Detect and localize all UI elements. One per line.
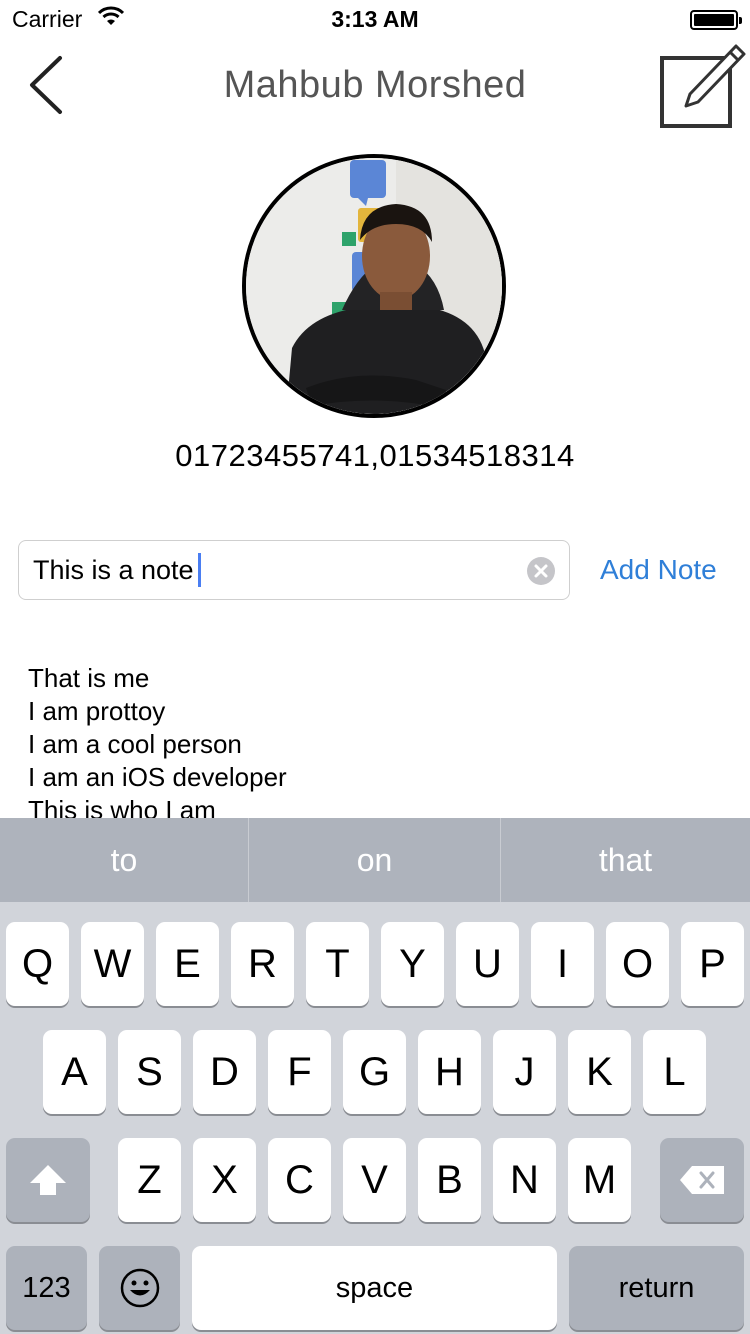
key-c[interactable]: C bbox=[268, 1138, 331, 1222]
list-item: I am prottoy bbox=[28, 696, 166, 726]
key-n[interactable]: N bbox=[493, 1138, 556, 1222]
list-item: That is me bbox=[28, 663, 150, 693]
key-r[interactable]: R bbox=[231, 922, 294, 1006]
emoji-key[interactable] bbox=[99, 1246, 180, 1330]
key-j[interactable]: J bbox=[493, 1030, 556, 1114]
space-key[interactable]: space bbox=[192, 1246, 557, 1330]
shift-arrow-icon bbox=[30, 1165, 66, 1195]
note-input[interactable]: This is a note bbox=[18, 540, 570, 600]
keyboard: to on that Q W E R T Y U I O P A S D F G… bbox=[0, 818, 750, 1334]
key-z[interactable]: Z bbox=[118, 1138, 181, 1222]
suggestion-2[interactable]: on bbox=[249, 818, 500, 902]
key-i[interactable]: I bbox=[531, 922, 594, 1006]
key-m[interactable]: M bbox=[568, 1138, 631, 1222]
key-s[interactable]: S bbox=[118, 1030, 181, 1114]
return-key[interactable]: return bbox=[569, 1246, 744, 1330]
key-w[interactable]: W bbox=[81, 922, 144, 1006]
key-q[interactable]: Q bbox=[6, 922, 69, 1006]
key-k[interactable]: K bbox=[568, 1030, 631, 1114]
list-item: This is who I am bbox=[28, 795, 216, 818]
notes-list: That is me I am prottoy I am a cool pers… bbox=[28, 662, 728, 818]
numbers-key[interactable]: 123 bbox=[6, 1246, 87, 1330]
list-item: I am a cool person bbox=[28, 729, 242, 759]
avatar bbox=[242, 154, 506, 418]
key-o[interactable]: O bbox=[606, 922, 669, 1006]
page-title: Mahbub Morshed bbox=[223, 64, 527, 106]
key-d[interactable]: D bbox=[193, 1030, 256, 1114]
suggestion-3[interactable]: that bbox=[501, 818, 750, 902]
key-g[interactable]: G bbox=[343, 1030, 406, 1114]
key-h[interactable]: H bbox=[418, 1030, 481, 1114]
delete-key[interactable] bbox=[660, 1138, 744, 1222]
key-a[interactable]: A bbox=[43, 1030, 106, 1114]
compose-icon bbox=[660, 44, 746, 128]
status-bar: Carrier 3:13 AM bbox=[0, 0, 750, 40]
shift-key[interactable] bbox=[6, 1138, 90, 1222]
list-item: I am an iOS developer bbox=[28, 762, 287, 792]
phone-numbers: 01723455741,01534518314 bbox=[175, 438, 575, 473]
key-e[interactable]: E bbox=[156, 922, 219, 1006]
key-t[interactable]: T bbox=[306, 922, 369, 1006]
key-f[interactable]: F bbox=[268, 1030, 331, 1114]
clear-circle-icon[interactable] bbox=[527, 557, 555, 585]
text-cursor bbox=[197, 553, 201, 587]
emoji-icon bbox=[120, 1268, 159, 1308]
key-b[interactable]: B bbox=[418, 1138, 481, 1222]
suggestion-bar: to on that bbox=[0, 818, 750, 902]
key-x[interactable]: X bbox=[193, 1138, 256, 1222]
key-l[interactable]: L bbox=[643, 1030, 706, 1114]
key-u[interactable]: U bbox=[456, 922, 519, 1006]
key-v[interactable]: V bbox=[343, 1138, 406, 1222]
edit-button[interactable] bbox=[656, 38, 748, 130]
key-p[interactable]: P bbox=[681, 922, 744, 1006]
note-input-value[interactable]: This is a note bbox=[33, 553, 201, 589]
key-y[interactable]: Y bbox=[381, 922, 444, 1006]
profile-photo bbox=[246, 158, 502, 414]
suggestion-1[interactable]: to bbox=[0, 818, 248, 902]
battery-icon bbox=[690, 10, 742, 30]
backspace-icon bbox=[680, 1166, 724, 1194]
clock: 3:13 AM bbox=[331, 6, 419, 32]
add-note-button[interactable]: Add Note bbox=[600, 554, 717, 586]
